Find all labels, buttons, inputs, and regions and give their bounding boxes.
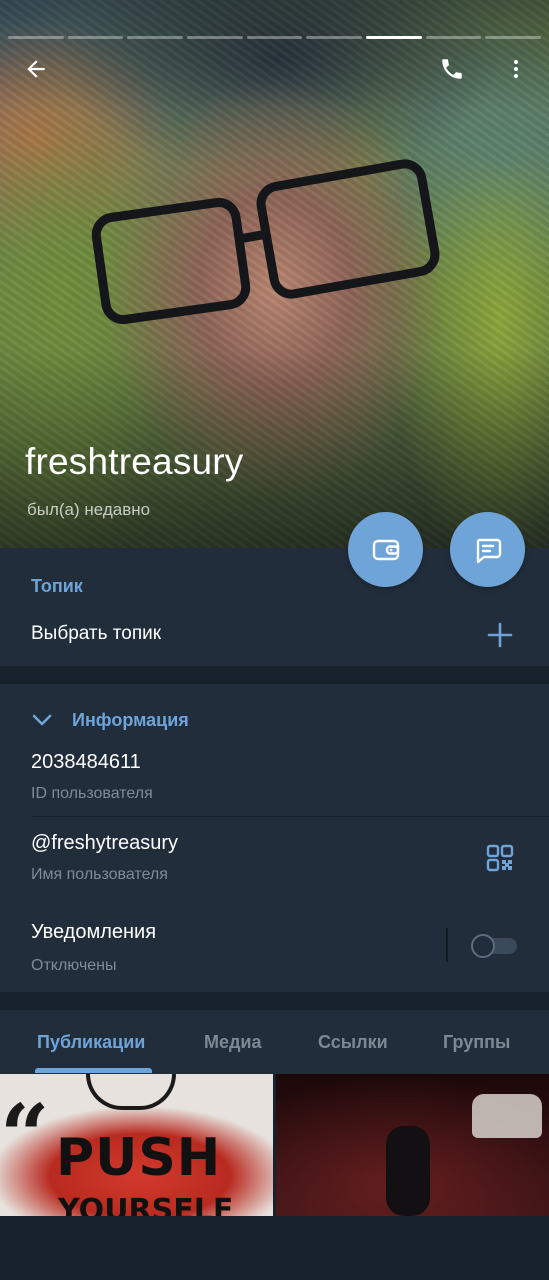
user-id-label: ID пользователя (31, 785, 153, 802)
send-message-button[interactable] (450, 512, 525, 587)
select-topic-label[interactable]: Выбрать топик (31, 623, 161, 645)
user-id-value[interactable]: 2038484611 (31, 751, 141, 774)
info-header[interactable]: Информация (30, 708, 189, 732)
message-icon (476, 538, 501, 563)
profile-photo-header[interactable]: freshtreasury был(а) недавно (0, 0, 549, 548)
notifications-state: Отключены (31, 957, 117, 974)
more-vert-icon (514, 60, 518, 78)
info-section: Информация 2038484611 ID пользователя @f… (0, 684, 549, 992)
tab-links[interactable]: Ссылки (318, 1032, 388, 1053)
notifications-toggle[interactable] (471, 934, 517, 958)
back-arrow-icon (27, 60, 45, 78)
post-subline: YOURSELF (58, 1193, 234, 1217)
wallet-icon (372, 539, 399, 560)
wallet-button[interactable] (348, 512, 423, 587)
photo-progress-bar (8, 36, 542, 39)
topic-heading: Топик (31, 576, 83, 596)
info-divider (31, 816, 549, 817)
tab-publications[interactable]: Публикации (37, 1032, 145, 1053)
toggle-knob (471, 934, 495, 958)
bottom-background (0, 1216, 549, 1280)
post-thumbnail-1[interactable]: “ PUSH YOURSELF (0, 1074, 273, 1216)
notifications-title[interactable]: Уведомления (31, 921, 156, 944)
info-heading: Информация (72, 709, 189, 730)
photo-progress-segment (8, 36, 64, 39)
call-button[interactable] (432, 49, 472, 89)
photo-progress-segment (246, 36, 303, 39)
notifications-divider (446, 928, 448, 962)
more-options-button[interactable] (496, 49, 536, 89)
photo-glasses-left (88, 195, 254, 327)
plus-icon[interactable] (486, 621, 514, 649)
photo-progress-segment (485, 36, 542, 39)
photo-progress-segment (366, 36, 422, 39)
back-button[interactable] (16, 49, 56, 89)
tab-active-indicator (35, 1068, 152, 1073)
photo-progress-segment (306, 36, 363, 39)
post-quote-mark: “ (0, 1086, 50, 1187)
photo-progress-segment (127, 36, 184, 39)
post-car-shape (472, 1094, 542, 1138)
username-label: Имя пользователя (31, 866, 168, 883)
post-thumbnail-2[interactable] (276, 1074, 549, 1216)
photo-progress-segment (67, 36, 124, 39)
chevron-down-icon (32, 714, 52, 726)
tab-groups[interactable]: Группы (443, 1032, 510, 1053)
post-bike-shape (386, 1126, 430, 1216)
post-headline: PUSH (56, 1128, 222, 1188)
photo-progress-segment (187, 36, 243, 39)
qr-code-icon[interactable] (486, 844, 514, 872)
phone-icon (442, 59, 462, 79)
username-value[interactable]: @freshytreasury (31, 832, 178, 855)
profile-name: freshtreasury (25, 441, 244, 482)
media-tabs: Публикации Медиа Ссылки Группы (0, 1010, 549, 1074)
photo-progress-segment (425, 36, 482, 39)
tab-media[interactable]: Медиа (204, 1032, 262, 1053)
profile-status: был(а) недавно (27, 500, 151, 519)
